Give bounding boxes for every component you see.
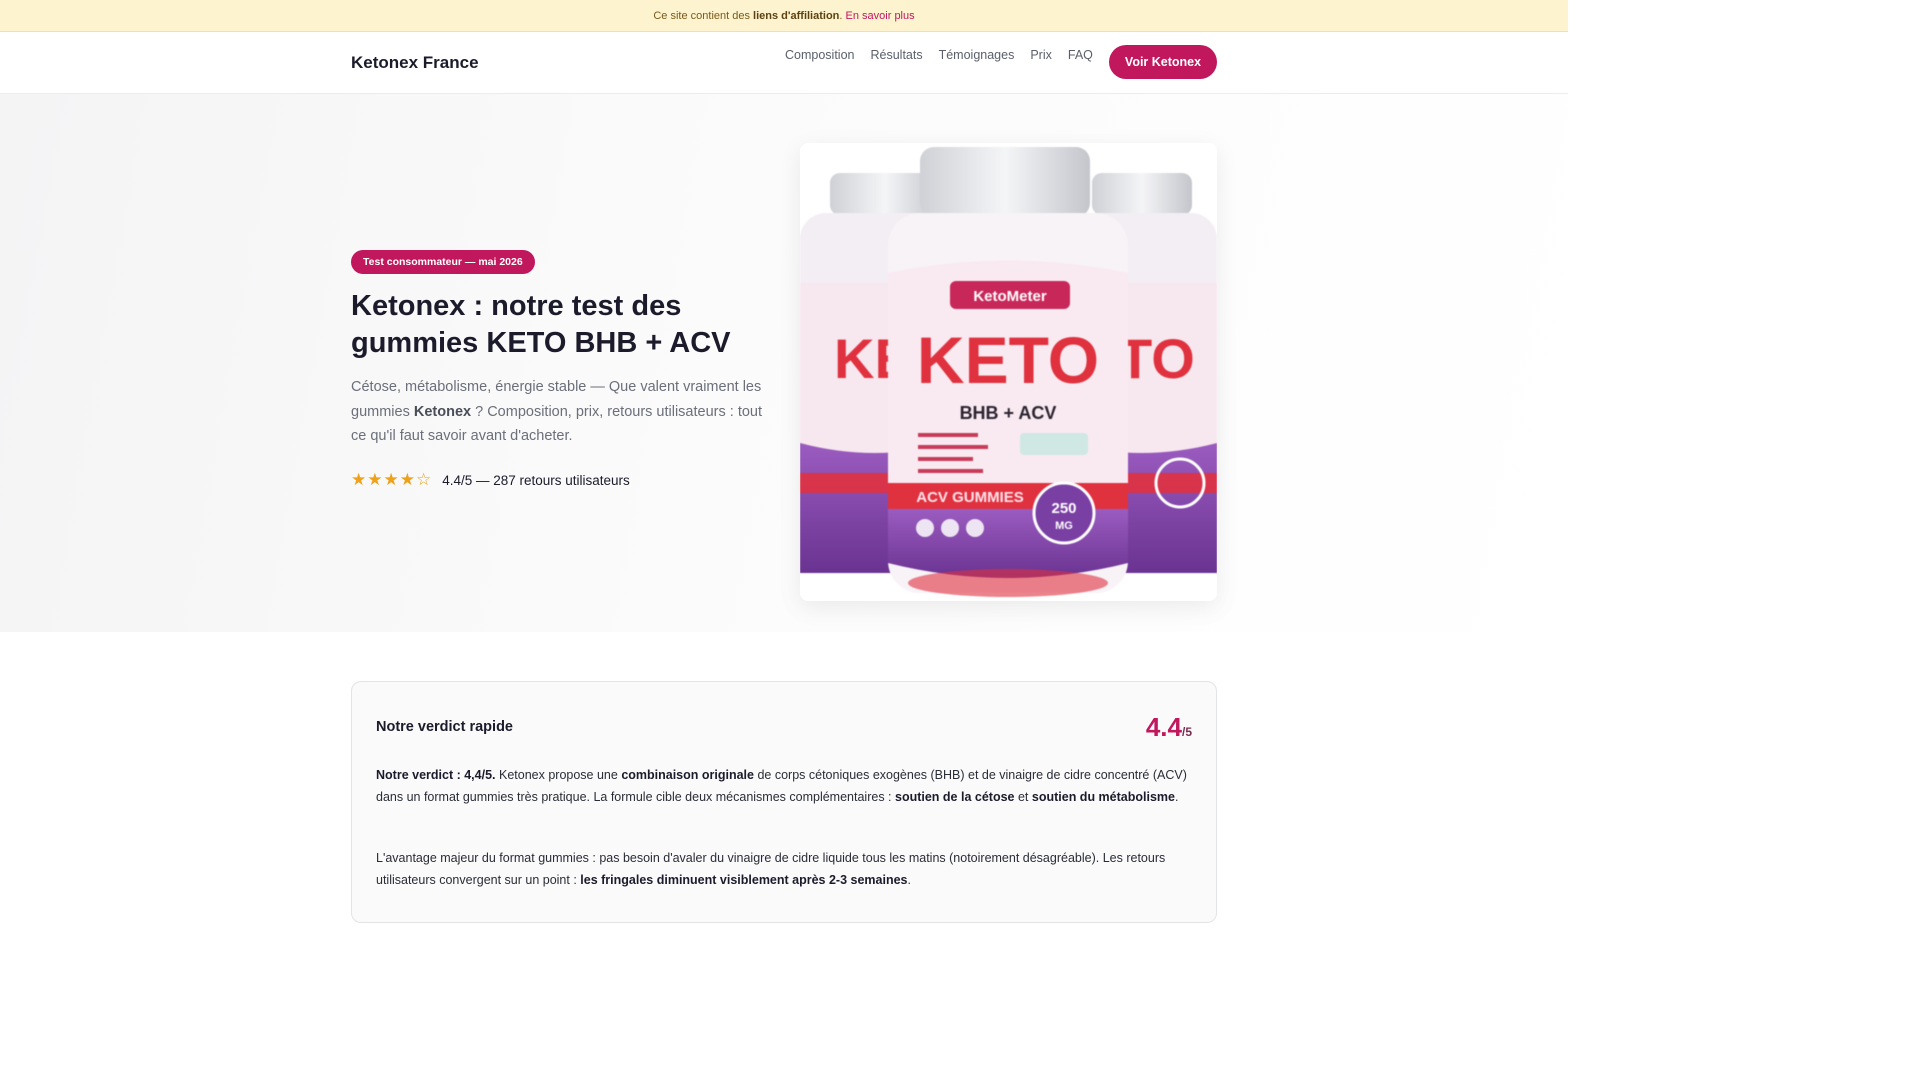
affiliate-banner: Ce site contient des liens d'affiliation… (0, 0, 1568, 32)
page-title: Ketonex : notre test des gummies KETO BH… (351, 290, 731, 359)
verdict-paragraph-1: Notre verdict : 4,4/5. Ketonex propose u… (376, 768, 1187, 804)
nav-item-composition[interactable]: Composition (785, 48, 854, 62)
star-rating-icon: ★★★★☆ (351, 470, 433, 489)
test-badge: Test consommateur — mai 2026 (351, 250, 535, 274)
jar-brand-label: KetoMeter (973, 288, 1047, 305)
rating-text: 4.4/5 — 287 retours utilisateurs (442, 472, 630, 488)
verdict-score: 4.4/5 (1145, 712, 1192, 742)
jar-dose-unit: MG (1055, 520, 1073, 532)
gummies-jars-illustration: KE TO KetoMeter KETO BHB + ACV ACV GUMMI… (800, 147, 1217, 597)
jar-bhb-label: BHB + ACV (960, 403, 1057, 423)
nav-menu: Composition Résultats Témoignages Prix F… (785, 48, 1093, 62)
jar-keto-label: KETO (917, 323, 1099, 397)
verdict-paragraph-2: L'avantage majeur du format gummies : pa… (376, 851, 1166, 887)
verdict-title: Notre verdict rapide (376, 719, 513, 735)
hero-lead: Cétose, métabolisme, énergie stable — Qu… (351, 379, 763, 444)
rating: ★★★★☆ 4.4/5 — 287 retours utilisateurs (351, 470, 630, 490)
nav-item-prix[interactable]: Prix (1030, 48, 1052, 62)
verdict-card: Notre verdict rapide 4.4/5 Notre verdict… (351, 681, 1217, 923)
nav-item-faq[interactable]: FAQ (1068, 48, 1093, 62)
nav-item-resultats[interactable]: Résultats (870, 48, 922, 62)
center-jar: KetoMeter KETO BHB + ACV ACV GUMMIES 250… (888, 147, 1128, 597)
nav-item-temoignages[interactable]: Témoignages (939, 48, 1015, 62)
hero-section: Test consommateur — mai 2026 Ketonex : n… (0, 94, 1568, 632)
site-brand[interactable]: Ketonex France (351, 53, 479, 73)
jar-band-label: ACV GUMMIES (916, 489, 1024, 506)
svg-text:TO: TO (1118, 327, 1195, 390)
product-image: KE TO KetoMeter KETO BHB + ACV ACV GUMMI… (800, 143, 1217, 601)
voir-ketonex-button[interactable]: Voir Ketonex (1109, 45, 1217, 79)
jar-dose-value: 250 (1051, 500, 1076, 517)
banner-text: Ce site contient des (653, 9, 750, 22)
banner-bold: liens d'affiliation (753, 9, 840, 22)
learn-more-link[interactable]: En savoir plus (846, 10, 915, 22)
top-nav: Ketonex France Composition Résultats Tém… (0, 32, 1568, 94)
